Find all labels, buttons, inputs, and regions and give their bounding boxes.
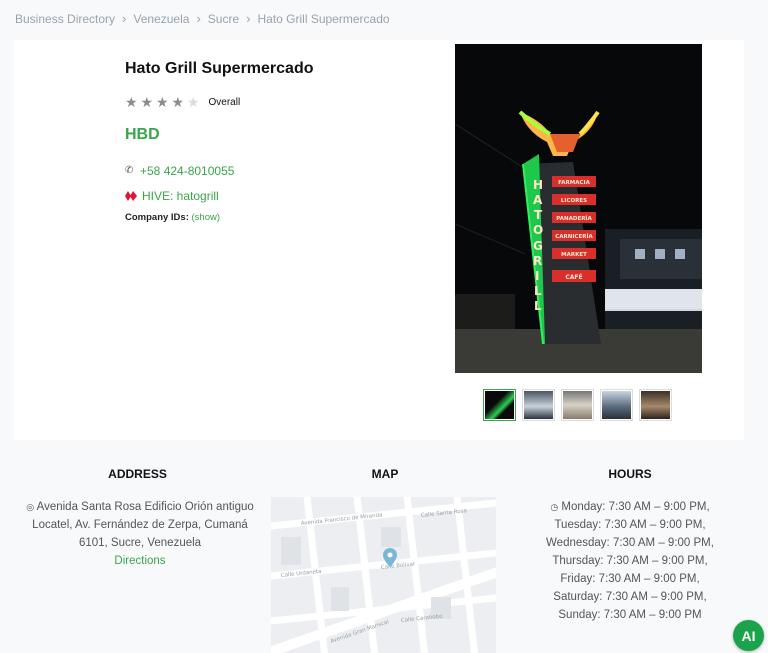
thumbnail[interactable]	[522, 389, 555, 421]
hive-account[interactable]: HIVE: hatogrill	[142, 189, 219, 203]
sign-letter: G	[533, 239, 543, 253]
address-line: Avenida Santa Rosa Edificio Orión antigu…	[36, 501, 254, 513]
sign-plate-label: FARMACIA	[558, 180, 590, 186]
star-icon: ★	[125, 94, 138, 110]
rating-label: Overall	[208, 96, 241, 108]
address-line: Locatel, Av. Fernández de Zerpa, Cumaná	[32, 519, 248, 531]
sign-plate-label: MARKET	[561, 252, 587, 258]
company-ids-label: Company IDs:	[125, 212, 189, 223]
ai-assistant-button[interactable]: AI	[733, 620, 764, 651]
currency-label: HBD	[125, 126, 160, 143]
sign-plate-label: LICORES	[561, 198, 587, 204]
hours-line: Saturday: 7:30 AM – 9:00 PM,	[553, 591, 707, 603]
breadcrumb-business-directory[interactable]: Business Directory	[15, 12, 115, 26]
star-icon: ★	[140, 94, 154, 110]
company-ids: Company IDs: (show)	[125, 212, 220, 223]
phone-icon: ✆	[125, 165, 134, 176]
breadcrumb-current: Hato Grill Supermercado	[257, 11, 390, 26]
directions-link[interactable]: Directions	[114, 555, 165, 567]
star-icon: ★	[156, 94, 169, 110]
hive-link[interactable]: HIVE: hatogrill	[125, 189, 219, 203]
star-empty-icon: ★	[187, 94, 200, 110]
sign-letter: H	[533, 178, 543, 192]
sign-letter: L	[534, 299, 542, 313]
business-name: Hato Grill Supermercado	[125, 60, 314, 77]
breadcrumb-sucre[interactable]: Sucre	[208, 12, 239, 26]
location-pin-icon: ◎	[26, 502, 35, 512]
hours-line: Monday: 7:30 AM – 9:00 PM,	[561, 501, 710, 513]
sign-plate-label: CAFÉ	[565, 273, 582, 281]
map-title: MAP	[371, 467, 399, 481]
company-ids-show-link[interactable]: (show)	[192, 212, 221, 223]
hive-icon	[125, 191, 137, 201]
breadcrumb-venezuela[interactable]: Venezuela	[133, 12, 189, 26]
star-icon: ★	[171, 94, 185, 110]
sign-letter: I	[535, 269, 539, 283]
sign-letter: R	[533, 254, 542, 268]
chevron-right-icon: ›	[196, 11, 201, 26]
hours-line: Sunday: 7:30 AM – 9:00 PM	[558, 609, 702, 621]
hours-line: Tuesday: 7:30 AM – 9:00 PM,	[554, 519, 706, 531]
sign-letter: A	[533, 193, 543, 207]
hours-block: ◷ Monday: 7:30 AM – 9:00 PM, Tuesday: 7:…	[520, 498, 740, 624]
chevron-right-icon: ›	[246, 11, 251, 26]
breadcrumb: Business Directory › Venezuela › Sucre ›…	[15, 11, 390, 26]
sign-letter: T	[534, 208, 543, 222]
thumbnail[interactable]	[639, 389, 672, 421]
phone-link[interactable]: ✆ +58 424-8010055	[125, 164, 234, 178]
main-photo[interactable]: H A T O G R I L L FARMACIA LICORES PANAD…	[455, 44, 702, 373]
hours-line: Wednesday: 7:30 AM – 9:00 PM,	[546, 537, 714, 549]
hours-line: Thursday: 7:30 AM – 9:00 PM,	[552, 555, 708, 567]
sign-plate-label: CARNICERÍA	[555, 232, 593, 240]
thumbnail[interactable]	[561, 389, 594, 421]
thumbnail[interactable]	[600, 389, 633, 421]
map-tiles: Calle Santa Rosa Calle Bolivar Avenida G…	[271, 497, 496, 653]
address-title: ADDRESS	[108, 467, 167, 481]
hours-title: HOURS	[608, 467, 652, 481]
photo-thumbnails	[483, 389, 672, 421]
chevron-right-icon: ›	[122, 11, 127, 26]
map[interactable]: Calle Santa Rosa Calle Bolivar Avenida G…	[271, 497, 496, 653]
thumbnail[interactable]	[483, 389, 516, 421]
sign-letter: L	[534, 284, 542, 298]
clock-icon: ◷	[550, 502, 559, 512]
photo-illustration: H A T O G R I L L FARMACIA LICORES PANAD…	[455, 44, 702, 373]
sign-plate-label: PANADERÍA	[556, 214, 592, 222]
address-block: ◎ Avenida Santa Rosa Edificio Orión anti…	[20, 498, 260, 570]
phone-number[interactable]: +58 424-8010055	[140, 164, 234, 178]
address-line: 6101, Sucre, Venezuela	[78, 537, 202, 549]
rating: ★ ★ ★ ★ ★ Overall	[125, 95, 240, 109]
sign-letter: O	[533, 223, 543, 237]
hours-line: Friday: 7:30 AM – 9:00 PM,	[560, 573, 700, 585]
